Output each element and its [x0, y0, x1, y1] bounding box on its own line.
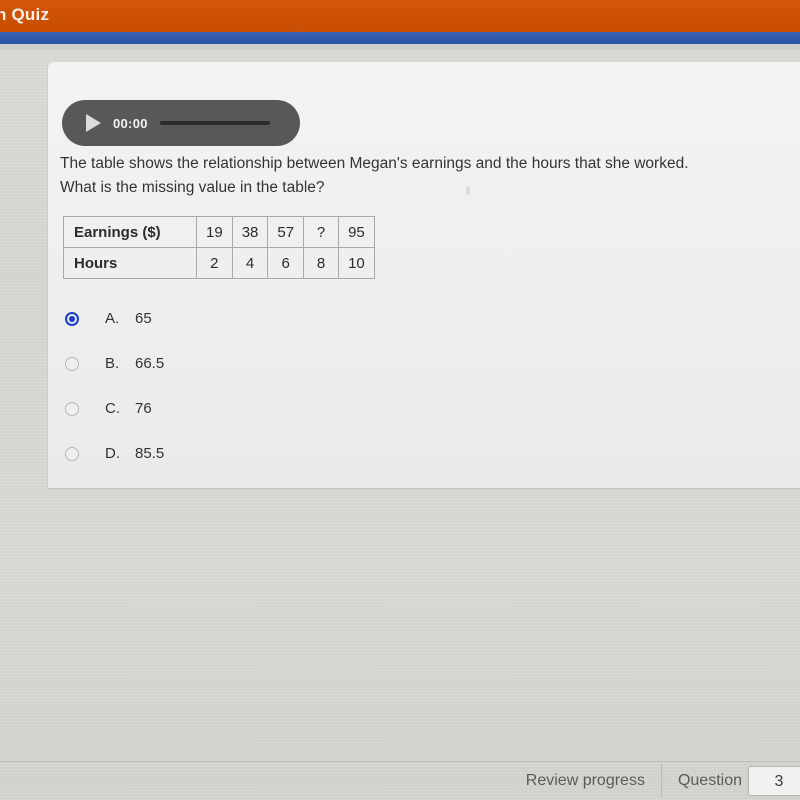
question-line-1: The table shows the relationship between…: [60, 155, 689, 172]
question-line-2: What is the missing value in the table?: [60, 179, 325, 196]
option-d-letter: D.: [105, 445, 120, 462]
hours-cell-2: 4: [231, 247, 269, 279]
header-shadow-strip: [0, 44, 800, 50]
question-card: 00:00 The table shows the relationship b…: [48, 62, 800, 488]
option-c-letter: C.: [105, 400, 120, 417]
question-number-input[interactable]: 3: [748, 766, 800, 796]
row-header-hours: Hours: [63, 247, 197, 279]
option-a-letter: A.: [105, 310, 120, 327]
browser-tab-title: n Quiz: [0, 5, 50, 24]
review-progress-button[interactable]: Review progress: [526, 772, 645, 790]
footer-separator: [660, 764, 662, 798]
audio-progress-bar[interactable]: [159, 121, 270, 125]
option-b-letter: B.: [105, 355, 120, 372]
radio-button-b[interactable]: [65, 356, 79, 371]
earnings-cell-4-missing: ?: [303, 216, 340, 248]
table-row: Hours 2 4 6 8 10: [63, 247, 375, 279]
question-prompt: The table shows the relationship between…: [60, 152, 760, 200]
radio-button-c[interactable]: [65, 401, 79, 416]
browser-tab-bar: n Quiz: [0, 0, 800, 32]
option-b[interactable]: B. 66.5: [63, 341, 483, 386]
hours-cell-3: 6: [267, 247, 305, 279]
option-c-value: 76: [135, 400, 152, 417]
hours-cell-1: 2: [196, 247, 233, 279]
option-c[interactable]: C. 76: [63, 386, 483, 431]
radio-button-a[interactable]: [65, 311, 79, 326]
row-header-earnings: Earnings ($): [63, 216, 197, 248]
question-number-label: Question: [677, 772, 742, 789]
option-b-value: 66.5: [135, 355, 165, 372]
audio-player[interactable]: 00:00: [62, 100, 300, 146]
table-row: Earnings ($) 19 38 57 ? 95: [63, 216, 375, 248]
footer-bar: Review progress Question 3: [0, 762, 800, 800]
answer-options: A. 65 B. 66.5 C. 76 D. 85.5: [63, 296, 483, 476]
hours-cell-5: 10: [338, 247, 375, 279]
audio-time-label: 00:00: [113, 115, 148, 131]
earnings-hours-table: Earnings ($) 19 38 57 ? 95 Hours 2 4 6 8…: [63, 216, 375, 279]
earnings-cell-5: 95: [338, 216, 375, 248]
option-d[interactable]: D. 85.5: [63, 431, 483, 476]
play-icon[interactable]: [86, 114, 101, 132]
option-a[interactable]: A. 65: [63, 296, 483, 341]
earnings-cell-3: 57: [267, 216, 305, 248]
app-header-bar: [0, 32, 800, 44]
earnings-cell-1: 19: [196, 216, 233, 248]
option-a-value: 65: [135, 310, 152, 327]
radio-button-d[interactable]: [65, 446, 79, 461]
earnings-cell-2: 38: [231, 216, 269, 248]
option-d-value: 85.5: [135, 445, 165, 462]
hours-cell-4: 8: [303, 247, 340, 279]
